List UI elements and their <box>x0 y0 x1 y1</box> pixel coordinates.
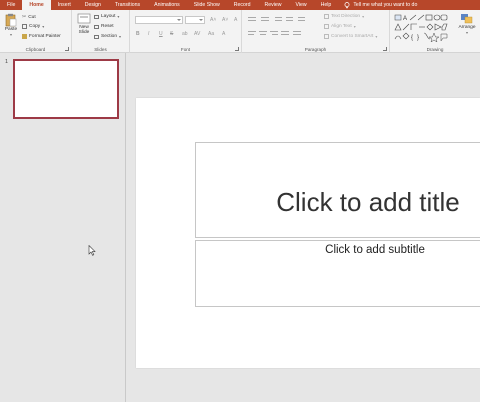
slides-group: New Slide Layout ▾ Reset Section ▾ Slide… <box>72 10 130 53</box>
change-case-icon[interactable]: Aa <box>208 31 214 37</box>
clipboard-launcher-icon[interactable] <box>65 47 69 51</box>
cut-label: Cut <box>28 14 36 20</box>
tab-help[interactable]: Help <box>314 0 339 10</box>
slide-editor: Click to add title Click to add subtitle <box>127 53 480 402</box>
ribbon: Paste ▾ ✂ Cut Copy ▾ Format Painter Clip… <box>0 10 480 53</box>
increase-font-icon[interactable]: A˄ <box>210 17 216 23</box>
section-label: Section <box>101 34 117 39</box>
svg-text:}: } <box>417 35 419 41</box>
tab-file[interactable]: File <box>0 0 22 10</box>
char-spacing-icon[interactable]: AV <box>194 31 200 37</box>
lightbulb-icon <box>344 1 350 8</box>
copy-button[interactable]: Copy ▾ <box>22 24 44 29</box>
clear-formatting-icon[interactable]: A <box>234 17 237 23</box>
tab-animations[interactable]: Animations <box>147 0 187 10</box>
copy-label: Copy <box>29 24 41 29</box>
decrease-font-icon[interactable]: A˅ <box>222 17 228 23</box>
shadow-text-icon[interactable]: ab <box>182 31 188 37</box>
chevron-down-icon: ▾ <box>353 24 356 29</box>
clipboard-group-label: Clipboard <box>25 47 46 52</box>
tell-me-text: Tell me what you want to do <box>353 2 418 8</box>
new-slide-label-line2: Slide <box>78 30 90 35</box>
tab-insert[interactable]: Insert <box>51 0 78 10</box>
font-group-label: Font <box>180 47 191 52</box>
reset-icon <box>94 24 99 29</box>
strikethrough-button[interactable]: S <box>170 31 173 37</box>
new-slide-icon <box>77 13 91 24</box>
font-size-dropdown[interactable] <box>185 16 205 24</box>
paragraph-group-label: Paragraph <box>304 47 327 52</box>
slides-group-label: Slides <box>94 47 107 52</box>
title-placeholder[interactable]: Click to add title <box>195 142 480 238</box>
align-text-button[interactable]: Align Text ▾ <box>324 24 356 29</box>
chevron-down-icon: ▾ <box>117 14 120 19</box>
tab-home[interactable]: Home <box>22 0 51 10</box>
tab-slide-show[interactable]: Slide Show <box>187 0 227 10</box>
underline-button[interactable]: U <box>159 31 163 37</box>
bold-button[interactable]: B <box>136 31 140 37</box>
svg-text:A: A <box>403 16 407 22</box>
font-name-dropdown[interactable] <box>135 16 183 24</box>
convert-smartart-label: Convert to SmartArt <box>331 34 374 39</box>
layout-label: Layout <box>101 14 116 19</box>
layout-button[interactable]: Layout ▾ <box>94 14 119 19</box>
chevron-down-icon: ▾ <box>362 14 365 19</box>
layout-icon <box>94 14 99 19</box>
shapes-gallery[interactable]: A { } <box>394 14 448 42</box>
paragraph-group: Text Direction ▾ Align Text ▾ Convert to… <box>242 10 390 53</box>
align-text-label: Align Text <box>331 24 352 29</box>
font-color-icon[interactable]: A <box>222 31 225 37</box>
text-direction-label: Text Direction <box>331 14 361 19</box>
chevron-down-icon: ▾ <box>42 24 45 29</box>
chevron-down-icon: ▾ <box>465 30 468 35</box>
text-direction-icon <box>324 14 329 19</box>
svg-text:{: { <box>411 35 413 41</box>
ribbon-tab-bar: File Home Insert Design Transitions Anim… <box>0 0 480 10</box>
paragraph-launcher-icon[interactable] <box>383 47 387 51</box>
arrange-icon <box>461 14 473 24</box>
slide-canvas[interactable]: Click to add title Click to add subtitle <box>136 98 480 368</box>
section-button[interactable]: Section ▾ <box>94 34 121 39</box>
italic-button[interactable]: I <box>148 31 149 37</box>
chevron-down-icon: ▾ <box>9 32 12 37</box>
text-direction-button[interactable]: Text Direction ▾ <box>324 14 364 19</box>
drawing-group-label: Drawing <box>426 47 444 52</box>
scissors-icon: ✂ <box>22 14 27 20</box>
format-painter-label: Format Painter <box>29 34 61 39</box>
clipboard-group: Paste ▾ ✂ Cut Copy ▾ Format Painter Clip… <box>0 10 72 53</box>
mouse-pointer-icon <box>88 245 96 256</box>
smartart-icon <box>324 34 329 39</box>
tab-review[interactable]: Review <box>257 0 288 10</box>
reset-button[interactable]: Reset <box>94 24 114 29</box>
reset-label: Reset <box>101 24 114 29</box>
font-group: A˄ A˅ A B I U S ab AV Aa A Font <box>130 10 242 53</box>
section-icon <box>94 34 99 39</box>
clipboard-icon <box>5 13 17 27</box>
format-painter-button[interactable]: Format Painter <box>22 34 61 39</box>
subtitle-placeholder-text: Click to add subtitle <box>325 244 425 256</box>
cut-button[interactable]: ✂ Cut <box>22 14 36 20</box>
tell-me-search[interactable]: Tell me what you want to do <box>338 0 417 10</box>
tab-view[interactable]: View <box>288 0 313 10</box>
slide-thumbnail-pane[interactable]: 1 <box>0 53 126 402</box>
drawing-group: A { } Arrange ▾ Drawing <box>390 10 480 53</box>
align-text-icon <box>324 24 329 29</box>
convert-smartart-button[interactable]: Convert to SmartArt ▾ <box>324 34 377 39</box>
chevron-down-icon: ▾ <box>375 34 378 39</box>
tab-record[interactable]: Record <box>227 0 258 10</box>
chevron-down-icon: ▾ <box>119 34 122 39</box>
tab-design[interactable]: Design <box>78 0 108 10</box>
new-slide-button[interactable]: New Slide <box>75 13 93 35</box>
subtitle-placeholder[interactable]: Click to add subtitle <box>195 240 480 307</box>
tab-transitions[interactable]: Transitions <box>108 0 147 10</box>
slide-number: 1 <box>5 59 9 65</box>
copy-icon <box>22 24 27 29</box>
paintbrush-icon <box>22 34 27 39</box>
arrange-button[interactable]: Arrange ▾ <box>456 13 478 35</box>
title-placeholder-text: Click to add title <box>276 186 460 217</box>
slide-thumbnail[interactable] <box>13 59 119 119</box>
font-launcher-icon[interactable] <box>235 47 239 51</box>
paste-button[interactable]: Paste ▾ <box>3 13 19 37</box>
